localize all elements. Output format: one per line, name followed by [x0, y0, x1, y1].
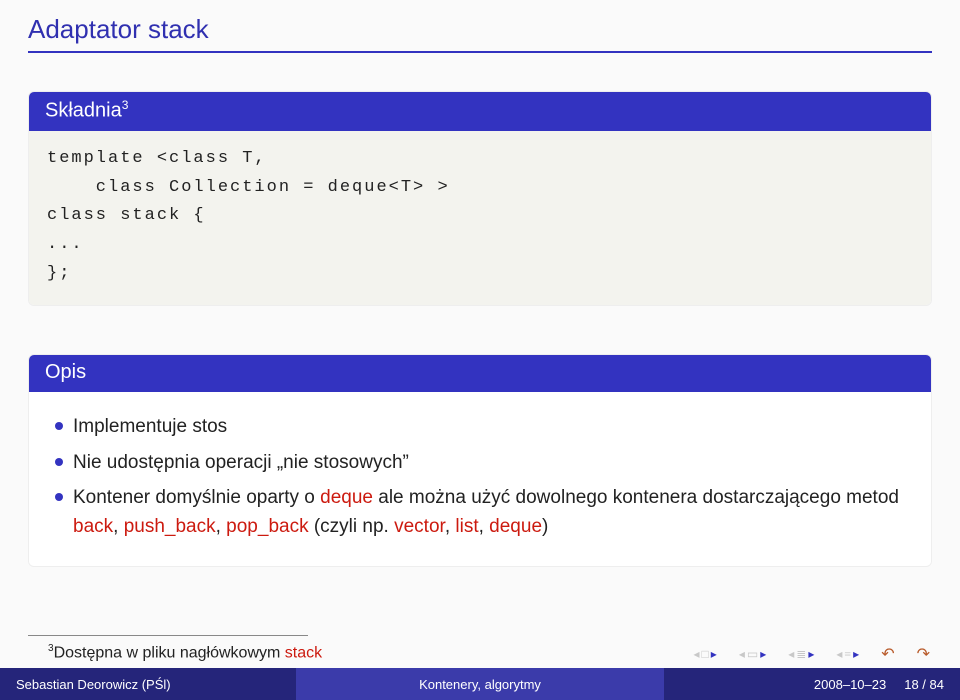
text-run: ,	[445, 516, 456, 537]
beamer-nav[interactable]: ◂□▸ ◂▭▸ ◂≣▸ ◂≡▸ ↶ ↷	[694, 644, 931, 664]
keyword: deque	[320, 487, 373, 508]
footer-right: 2008–10–23 18 / 84	[664, 668, 960, 700]
footnote: 3Dostępna w pliku nagłówkowym stack	[48, 643, 322, 662]
list-item: Kontener domyślnie oparty o deque ale mo…	[51, 483, 909, 542]
keyword: back	[73, 516, 113, 537]
footer-date: 2008–10–23	[814, 677, 886, 692]
nav-frame-icon[interactable]: ◂□▸	[694, 647, 717, 662]
syntax-block-body: template <class T, class Collection = de…	[29, 131, 931, 305]
text-run: Kontener domyślnie oparty o	[73, 487, 320, 508]
text-run: (czyli np.	[309, 516, 395, 537]
nav-subsection-icon[interactable]: ◂▭▸	[739, 647, 766, 662]
footnote-keyword: stack	[285, 644, 322, 661]
description-block-heading: Opis	[29, 355, 931, 392]
text-run: Implementuje stos	[73, 416, 227, 437]
footer-author: Sebastian Deorowicz (PŚl)	[0, 668, 296, 700]
text-run: ,	[113, 516, 124, 537]
code-listing: template <class T, class Collection = de…	[47, 145, 913, 289]
nav-forward-icon[interactable]: ↷	[917, 644, 930, 664]
list-item: Nie udostępnia operacji „nie stosowych”	[51, 448, 909, 477]
keyword: pop_back	[226, 516, 308, 537]
syntax-block: Składnia3 template <class T, class Colle…	[28, 91, 932, 306]
syntax-block-heading: Składnia3	[29, 92, 931, 131]
text-run: ,	[479, 516, 490, 537]
text-run: )	[542, 516, 548, 537]
slide-title: Adaptator stack	[0, 0, 960, 51]
description-block-body: Implementuje stos Nie udostępnia operacji…	[29, 392, 931, 566]
keyword: vector	[394, 516, 445, 537]
keyword: deque	[489, 516, 542, 537]
keyword: push_back	[124, 516, 216, 537]
list-item: Implementuje stos	[51, 412, 909, 441]
text-run: Nie udostępnia operacji „nie stosowych”	[73, 452, 409, 473]
footnote-rule	[28, 635, 308, 636]
footer: Sebastian Deorowicz (PŚl) Kontenery, alg…	[0, 668, 960, 700]
syntax-heading-sup: 3	[122, 98, 129, 112]
description-block: Opis Implementuje stos Nie udostępnia ope…	[28, 354, 932, 567]
text-run: ,	[216, 516, 227, 537]
keyword: list	[455, 516, 478, 537]
nav-section-icon[interactable]: ◂≣▸	[788, 647, 814, 662]
nav-slide-icon[interactable]: ◂≡▸	[836, 647, 859, 662]
text-run: ale można użyć dowolnego kontenera dosta…	[373, 487, 899, 508]
footer-page: 18 / 84	[904, 677, 944, 692]
title-rule	[28, 51, 932, 53]
nav-back-icon[interactable]: ↶	[881, 644, 894, 664]
syntax-heading-text: Składnia	[45, 100, 122, 122]
footer-title: Kontenery, algorytmy	[296, 668, 664, 700]
footnote-text: Dostępna w pliku nagłówkowym	[54, 644, 285, 661]
